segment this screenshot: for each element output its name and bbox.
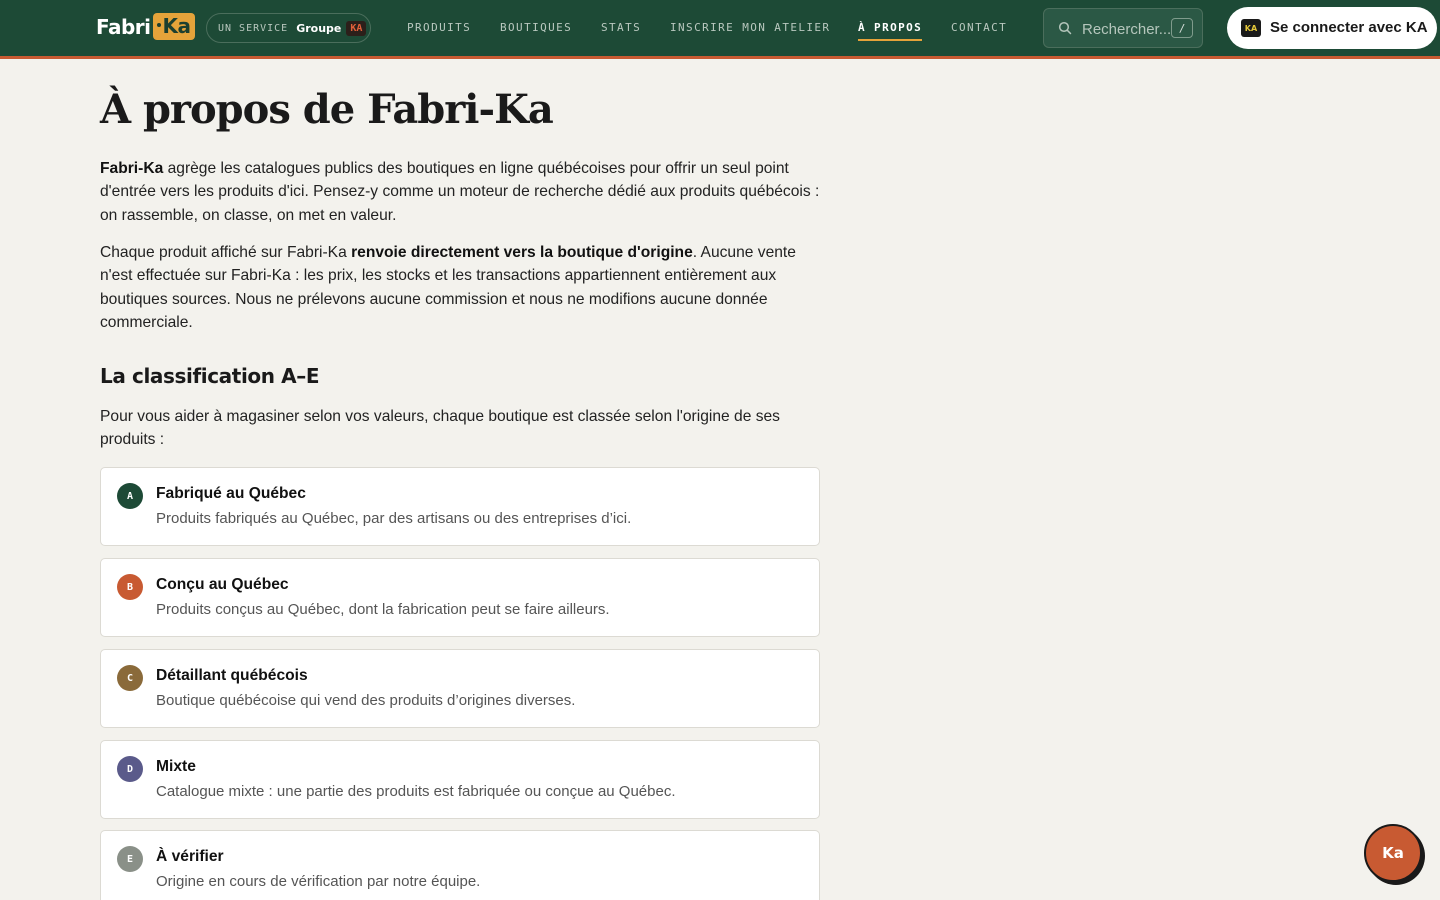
groupe-ka-service-pill[interactable]: UN SERVICE Groupe KA [206,13,371,43]
intro-brand: Fabri-Ka [100,160,164,177]
nav-inscrire-mon-atelier[interactable]: INSCRIRE MON ATELIER [670,21,830,34]
service-prefix: UN SERVICE [218,22,289,34]
classification-lead: Pour vous aider à magasiner selon vos va… [100,408,780,449]
redirect-text-bold: renvoie directement vers la boutique d'o… [351,244,693,261]
search-icon [1058,21,1072,35]
grade-badge-c: C [117,665,143,691]
grade-description: Origine en cours de vérification par not… [156,873,481,890]
grade-description: Boutique québécoise qui vend des produit… [156,692,576,709]
fabri-ka-logo[interactable]: Fabri Ka [96,13,195,40]
page-title: À propos de Fabri-Ka [100,86,554,133]
ka-assistant-button[interactable]: Ka [1364,824,1422,882]
grade-description: Produits conçus au Québec, dont la fabri… [156,601,610,618]
grade-title: Fabriqué au Québec [156,485,306,502]
redirect-text-before: Chaque produit affiché sur Fabri-Ka [100,244,352,261]
top-navigation-bar: Fabri Ka UN SERVICE Groupe KA PRODUITS B… [0,0,1440,56]
nav-boutiques[interactable]: BOUTIQUES [500,21,572,34]
grade-card-c: C Détaillant québécois Boutique québécoi… [100,649,820,728]
grade-title: Mixte [156,758,196,775]
logo-ka-badge: Ka [152,13,195,40]
grade-badge-a: A [117,483,143,509]
grade-card-b: B Conçu au Québec Produits conçus au Qué… [100,558,820,637]
nav-stats[interactable]: STATS [601,21,641,34]
grade-badge-e: E [117,846,143,872]
search-box[interactable]: / [1043,8,1203,48]
grade-description: Produits fabriqués au Québec, par des ar… [156,510,632,527]
classification-heading: La classification A–E [100,364,320,388]
grade-title: À vérifier [156,848,224,865]
nav-a-propos[interactable]: À PROPOS [858,21,923,41]
nav-produits[interactable]: PRODUITS [407,21,471,34]
grade-description: Catalogue mixte : une partie des produit… [156,783,676,800]
grade-title: Conçu au Québec [156,576,289,593]
search-input[interactable] [1082,18,1174,40]
search-shortcut-key: / [1171,18,1193,38]
header-accent-line [0,56,1440,59]
nav-contact[interactable]: CONTACT [951,21,1007,34]
grade-card-e: E À vérifier Origine en cours de vérific… [100,830,820,900]
intro-paragraph: Fabri-Ka agrège les catalogues publics d… [100,157,820,227]
ka-login-icon: KA [1241,19,1261,37]
grade-card-a: A Fabriqué au Québec Produits fabriqués … [100,467,820,546]
grade-card-d: D Mixte Catalogue mixte : une partie des… [100,740,820,819]
grade-title: Détaillant québécois [156,667,308,684]
logo-text: Fabri [96,14,151,39]
login-button-label: Se connecter avec KA [1270,19,1428,36]
intro-text: agrège les catalogues publics des boutiq… [100,160,820,224]
service-group: Groupe [296,21,342,35]
grade-badge-d: D [117,756,143,782]
grade-badge-b: B [117,574,143,600]
login-with-ka-button[interactable]: KA Se connecter avec KA [1227,7,1437,49]
redirect-paragraph: Chaque produit affiché sur Fabri-Ka renv… [100,241,820,334]
service-group-badge: KA [346,20,367,36]
